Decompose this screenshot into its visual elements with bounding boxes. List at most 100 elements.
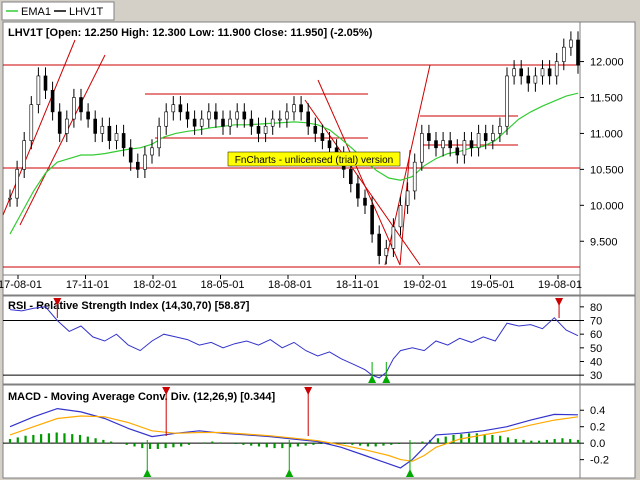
price-candle-body [164, 111, 168, 127]
rsi-ytick-label: 60 [590, 329, 602, 341]
price-candle-body [207, 111, 211, 120]
price-panel: LHV1T [Open: 12.250 High: 12.300 Low: 11… [0, 21, 636, 296]
rsi-ytick-label: 70 [590, 316, 602, 328]
price-candle-body [462, 140, 467, 156]
price-candle-body [512, 68, 516, 77]
price-candle-body [476, 133, 481, 149]
price-candle-body [214, 111, 218, 120]
price-candle-body [320, 133, 325, 141]
price-panel-title: LHV1T [Open: 12.250 High: 12.300 Low: 11… [8, 27, 373, 39]
macd-ytick-label: 0.4 [590, 405, 605, 417]
chart-root: EMA1 LHV1T LHV1T [Open: 12.250 High: 12.… [0, 1, 636, 479]
price-candle-body [540, 68, 545, 77]
price-candle-body [455, 147, 460, 156]
price-candle-body [50, 90, 55, 113]
price-candle-body [448, 140, 453, 149]
price-candle-body [143, 154, 147, 170]
price-candle-body [242, 111, 247, 120]
price-candle-body [285, 111, 289, 120]
price-candle-body [157, 125, 161, 149]
price-candle-body [569, 39, 573, 48]
price-candle-body [533, 75, 538, 84]
price-xtick-label: 17-11-01 [66, 279, 109, 291]
price-ytick-label: 10.500 [590, 164, 624, 176]
rsi-ytick-label: 40 [590, 357, 602, 369]
price-candle-body [292, 104, 296, 113]
price-candle-body [441, 140, 445, 149]
price-candle-body [65, 118, 69, 134]
price-candle-body [427, 133, 431, 141]
price-candle-body [199, 118, 204, 127]
price-candle-body [270, 118, 275, 127]
price-candle-body [256, 125, 261, 134]
price-candle-body [36, 75, 41, 105]
price-candle-body [398, 205, 403, 228]
legend: EMA1 LHV1T [1, 1, 115, 21]
price-candle-body [29, 104, 34, 141]
price-candle-body [356, 183, 360, 199]
price-candle-body [100, 125, 105, 134]
rsi-panel-title: RSI - Relative Strength Index (14,30,70)… [8, 300, 250, 312]
price-candle-body [370, 205, 374, 235]
price-candle-body [114, 133, 119, 141]
price-xtick-label: 18-08-01 [268, 279, 312, 291]
price-candle-body [412, 161, 417, 192]
price-candle-body [263, 125, 268, 134]
price-candle-body [43, 75, 48, 91]
price-candle-body [107, 125, 112, 141]
price-candle-body [327, 140, 332, 149]
price-candle-body [419, 133, 424, 163]
price-candle-body [519, 68, 524, 77]
price-xtick-label: 19-08-01 [538, 279, 582, 291]
price-candle-body [136, 161, 140, 170]
price-xtick-label: 19-05-01 [470, 279, 514, 291]
watermark: FnCharts - unlicensed (trial) version [227, 151, 401, 167]
macd-ytick-label: -0.2 [590, 455, 609, 467]
macd-ytick-label: 0.0 [590, 438, 605, 450]
price-candle-body [79, 97, 83, 113]
price-candle-body [128, 147, 133, 163]
rsi-ytick-label: 30 [590, 370, 602, 382]
price-candle-body [299, 104, 303, 113]
price-candle-body [192, 118, 197, 127]
price-candle-body [498, 125, 502, 134]
price-xtick-label: 17-08-01 [0, 279, 42, 291]
price-xtick-label: 19-02-01 [403, 279, 447, 291]
price-candle-body [576, 39, 580, 66]
price-candle-body [405, 190, 410, 206]
legend-label-lhv: LHV1T [69, 6, 104, 18]
rsi-ytick-label: 50 [590, 343, 602, 355]
price-ytick-label: 10.000 [590, 200, 624, 212]
watermark-text: FnCharts - unlicensed (trial) version [235, 155, 393, 166]
price-candle-body [384, 248, 389, 256]
price-candle-body [121, 133, 126, 149]
price-candle-body [490, 133, 495, 141]
price-ytick-label: 11.000 [590, 128, 623, 140]
price-ytick-label: 9.500 [590, 236, 618, 248]
rsi-ytick-label: 80 [590, 302, 602, 314]
price-candle-body [221, 118, 225, 127]
price-candle-body [178, 104, 183, 113]
price-candle-body [235, 111, 239, 120]
price-xtick-label: 18-05-01 [200, 279, 244, 291]
price-candle-body [249, 118, 254, 127]
price-candle-body [469, 140, 474, 149]
price-candle-body [434, 140, 438, 149]
rsi-panel: RSI - Relative Strength Index (14,30,70)… [2, 295, 636, 385]
price-candle-body [93, 118, 97, 134]
macd-panel-title: MACD - Moving Average Conv. Div. (12,26,… [8, 391, 275, 403]
price-candle-body [313, 125, 318, 134]
price-candle-body [72, 97, 76, 120]
price-candle-body [505, 75, 509, 127]
price-candle-body [547, 68, 552, 77]
price-candle-body [277, 118, 282, 121]
price-xtick-label: 18-11-01 [336, 279, 379, 291]
price-candle-body [171, 104, 176, 113]
price-candle-body [185, 111, 190, 120]
price-candle-body [391, 226, 396, 249]
price-ytick-label: 11.500 [590, 93, 623, 105]
price-candle-body [57, 111, 62, 134]
price-ytick-label: 12.000 [590, 57, 624, 69]
price-candle-body [15, 169, 19, 199]
price-candle-body [22, 140, 27, 170]
